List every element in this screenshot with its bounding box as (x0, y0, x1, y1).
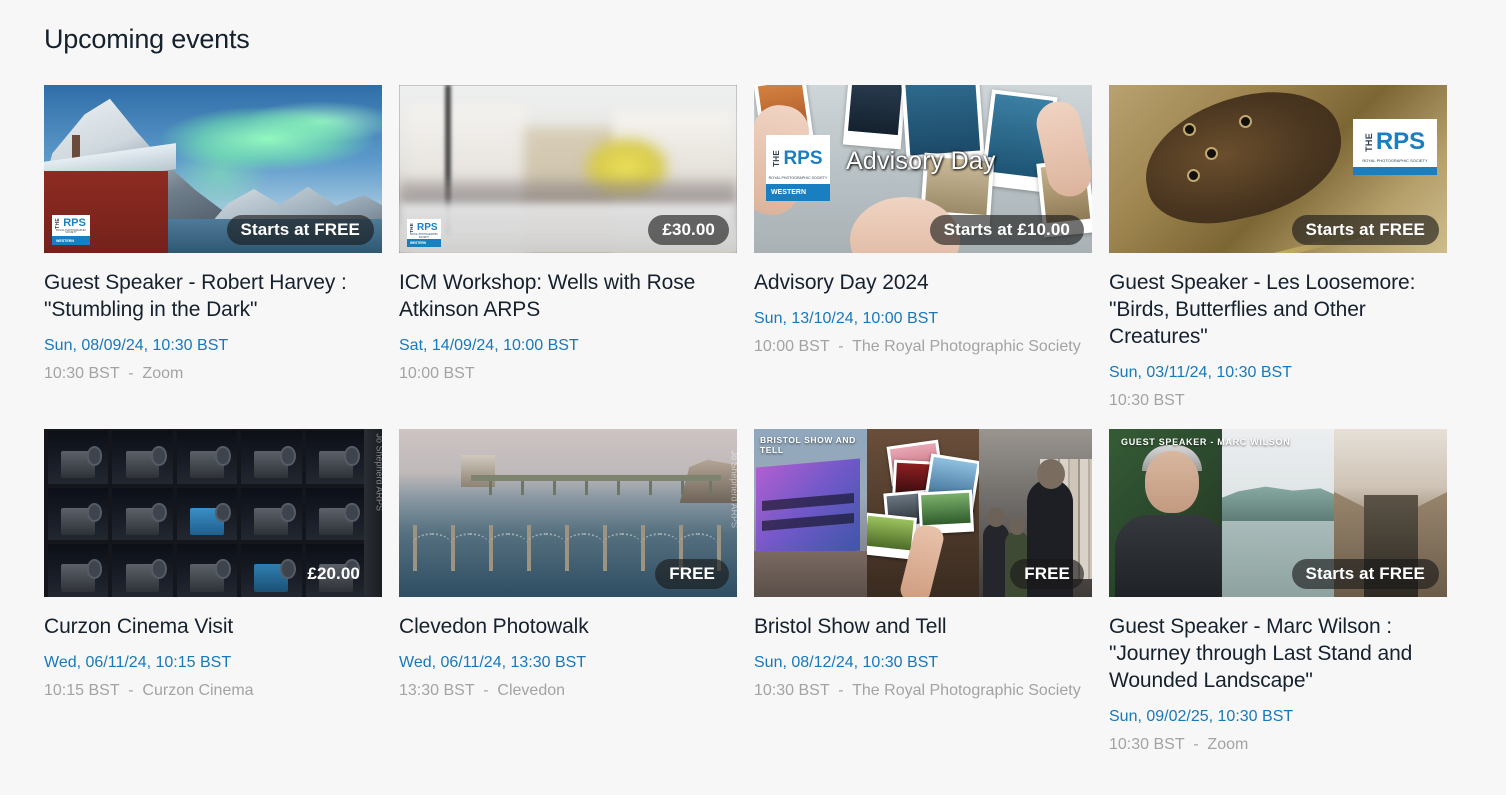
event-card[interactable]: THE RPS ROYAL PHOTOGRAPHIC SOCIETY Start… (1109, 85, 1447, 412)
event-title[interactable]: ICM Workshop: Wells with Rose Atkinson A… (399, 269, 737, 323)
price-badge: Starts at FREE (1291, 215, 1439, 245)
event-date: Sun, 08/12/24, 10:30 BST (754, 654, 939, 671)
event-date: Sat, 14/09/24, 10:00 BST (399, 337, 579, 354)
photo-credit: Jo Shepherd ARPS (375, 433, 382, 512)
event-card[interactable]: THE RPS ROYAL PHOTOGRAPHIC SOCIETY WESTE… (399, 85, 737, 412)
event-meta: 13:30 BST - Clevedon (399, 682, 566, 699)
event-meta: 10:00 BST (399, 365, 475, 382)
event-date: Wed, 06/11/24, 13:30 BST (399, 654, 587, 671)
rps-subtitle-text: ROYAL PHOTOGRAPHIC SOCIETY (1362, 158, 1428, 163)
rps-region-bar: WESTERN (766, 184, 830, 201)
event-card[interactable]: BRISTOL SHOW AND TELL FREE Bristol Show … (754, 429, 1092, 756)
price-badge: FREE (1010, 559, 1084, 589)
event-date: Sun, 13/10/24, 10:00 BST (754, 310, 939, 327)
event-card[interactable]: GUEST SPEAKER - MARC WILSON Starts at FR… (1109, 429, 1447, 756)
event-meta: 10:00 BST - The Royal Photographic Socie… (754, 338, 1081, 355)
price-badge: Starts at FREE (1291, 559, 1439, 589)
rps-subtitle-text: ROYAL PHOTOGRAPHIC SOCIETY (768, 176, 828, 181)
page-title: Upcoming events (44, 24, 250, 54)
price-badge: Starts at £10.00 (929, 215, 1084, 245)
photo-credit: Jo Shepherd ARPS (730, 450, 737, 529)
rps-the-text: THE (772, 149, 782, 167)
event-meta: 10:30 BST - Zoom (1109, 736, 1249, 753)
event-date: Sun, 03/11/24, 10:30 BST (1109, 364, 1292, 381)
event-thumbnail[interactable]: GUEST SPEAKER - MARC WILSON Starts at FR… (1109, 429, 1447, 597)
event-date: Wed, 06/11/24, 10:15 BST (44, 654, 232, 671)
events-grid: THE RPS ROYAL PHOTOGRAPHIC SOCIETY WESTE… (44, 85, 1462, 756)
rps-region-bar (1353, 167, 1437, 175)
price-badge: £20.00 (307, 564, 360, 583)
rps-word-text: RPS (63, 216, 86, 229)
upcoming-events-page: Upcoming events THE RPS ROYAL PHOTOGRAPH (0, 0, 1506, 756)
event-thumbnail[interactable]: Jo Shepherd ARPS £20.00 (44, 429, 382, 597)
marc-wilson-overlay-text: GUEST SPEAKER - MARC WILSON (1121, 437, 1291, 447)
event-thumbnail[interactable]: THE RPS ROYAL PHOTOGRAPHIC SOCIETY WESTE… (399, 85, 737, 253)
event-thumbnail[interactable]: THE RPS ROYAL PHOTOGRAPHIC SOCIETY Start… (1109, 85, 1447, 253)
price-badge: £30.00 (648, 215, 729, 245)
rps-word-text: RPS (416, 221, 438, 233)
event-thumbnail[interactable]: BRISTOL SHOW AND TELL FREE (754, 429, 1092, 597)
event-title[interactable]: Guest Speaker - Les Loosemore: "Birds, B… (1109, 269, 1447, 350)
rps-the-text: THE (409, 222, 415, 233)
rps-word-text: RPS (1375, 128, 1426, 155)
event-title[interactable]: Guest Speaker - Robert Harvey : "Stumbli… (44, 269, 382, 323)
event-title[interactable]: Clevedon Photowalk (399, 613, 737, 640)
event-date: Sun, 09/02/25, 10:30 BST (1109, 708, 1294, 725)
event-title[interactable]: Bristol Show and Tell (754, 613, 1092, 640)
event-meta: 10:30 BST - The Royal Photographic Socie… (754, 682, 1081, 699)
event-card[interactable]: Jo Shepherd ARPS FREE Clevedon Photowalk… (399, 429, 737, 756)
event-meta: 10:30 BST - Zoom (44, 365, 184, 382)
event-date: Sun, 08/09/24, 10:30 BST (44, 337, 229, 354)
rps-word-text: RPS (783, 147, 823, 169)
rps-logo-icon: THE RPS ROYAL PHOTOGRAPHIC SOCIETY WESTE… (766, 135, 830, 201)
price-badge: FREE (655, 559, 729, 589)
rps-region-bar: WESTERN (407, 239, 441, 247)
rps-the-text: THE (1363, 132, 1374, 152)
event-title[interactable]: Guest Speaker - Marc Wilson : "Journey t… (1109, 613, 1447, 694)
advisory-day-overlay-text: Advisory Day (846, 147, 996, 175)
rps-region-bar: WESTERN (52, 236, 90, 245)
rps-the-text: THE (55, 217, 62, 229)
event-thumbnail[interactable]: THE RPS ROYAL PHOTOGRAPHIC SOCIETY WESTE… (44, 85, 382, 253)
bristol-overlay-text: BRISTOL SHOW AND TELL (760, 435, 856, 455)
event-thumbnail[interactable]: Advisory Day THE RPS ROYAL PHOTOGRAPHIC … (754, 85, 1092, 253)
event-card[interactable]: Jo Shepherd ARPS £20.00 Curzon Cinema Vi… (44, 429, 382, 756)
event-meta: 10:15 BST - Curzon Cinema (44, 682, 254, 699)
event-title[interactable]: Advisory Day 2024 (754, 269, 1092, 296)
event-thumbnail[interactable]: Jo Shepherd ARPS FREE (399, 429, 737, 597)
event-card[interactable]: Advisory Day THE RPS ROYAL PHOTOGRAPHIC … (754, 85, 1092, 412)
price-badge: Starts at FREE (226, 215, 374, 245)
event-title[interactable]: Curzon Cinema Visit (44, 613, 382, 640)
rps-logo-icon: THE RPS ROYAL PHOTOGRAPHIC SOCIETY WESTE… (52, 215, 90, 245)
event-card[interactable]: THE RPS ROYAL PHOTOGRAPHIC SOCIETY WESTE… (44, 85, 382, 412)
rps-logo-icon: THE RPS ROYAL PHOTOGRAPHIC SOCIETY WESTE… (407, 219, 441, 247)
rps-logo-icon: THE RPS ROYAL PHOTOGRAPHIC SOCIETY (1353, 119, 1437, 175)
event-meta: 10:30 BST (1109, 392, 1185, 409)
